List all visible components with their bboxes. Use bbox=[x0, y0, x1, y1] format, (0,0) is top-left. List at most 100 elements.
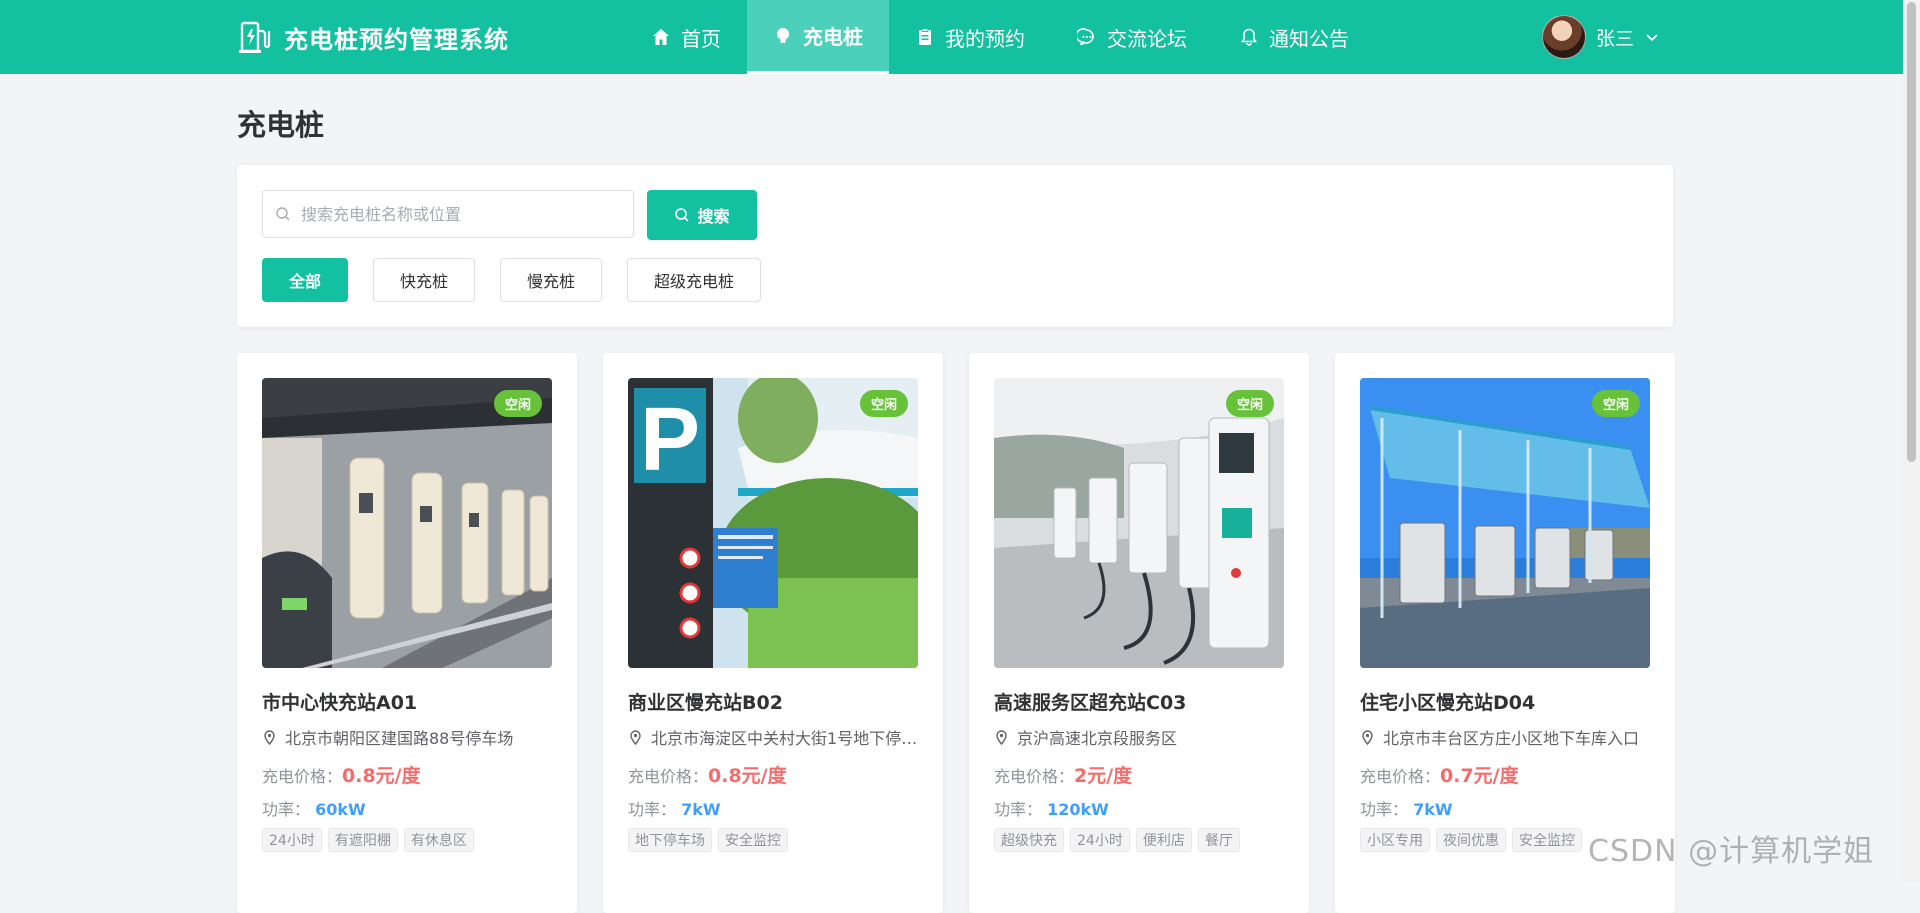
station-address: 北京市丰台区方庄小区地下车库入口 bbox=[1383, 729, 1640, 748]
station-tags: 24小时 有遮阳棚 有休息区 bbox=[262, 828, 474, 852]
power-label: 功率： bbox=[262, 800, 311, 819]
status-badge: 空闲 bbox=[859, 390, 908, 417]
svg-text:P: P bbox=[640, 390, 700, 490]
station-location: 北京市丰台区方庄小区地下车库入口 bbox=[1360, 725, 1650, 749]
search-icon bbox=[675, 208, 690, 222]
status-badge: 空闲 bbox=[493, 390, 542, 417]
station-address: 北京市朝阳区建国路88号停车场 bbox=[285, 729, 514, 748]
page-title: 充电桩 bbox=[237, 108, 325, 142]
nav-item-charging-piles[interactable]: 充电桩 bbox=[747, 0, 889, 74]
station-location: 京沪高速北京段服务区 bbox=[994, 725, 1284, 749]
station-name[interactable]: 高速服务区超充站C03 bbox=[994, 688, 1186, 715]
nav-item-my-reservations[interactable]: 我的预约 bbox=[889, 0, 1051, 74]
price-label: 充电价格： bbox=[262, 767, 343, 786]
station-tags: 地下停车场 安全监控 bbox=[628, 828, 788, 852]
station-photo-image bbox=[262, 378, 552, 668]
price-value: 0.8元/度 bbox=[708, 765, 787, 787]
tag: 有休息区 bbox=[403, 828, 474, 852]
power-value: 60kW bbox=[315, 800, 366, 819]
home-icon bbox=[653, 29, 669, 45]
nav-item-label: 充电桩 bbox=[803, 25, 863, 49]
station-price: 充电价格： 0.8元/度 bbox=[628, 761, 787, 788]
station-location: 北京市朝阳区建国路88号停车场 bbox=[262, 725, 552, 749]
power-label: 功率： bbox=[994, 800, 1043, 819]
station-photo[interactable]: P 空闲 bbox=[628, 378, 918, 668]
power-value: 120kW bbox=[1047, 800, 1109, 819]
station-name[interactable]: 住宅小区慢充站D04 bbox=[1360, 688, 1535, 715]
station-name[interactable]: 商业区慢充站B02 bbox=[628, 688, 783, 715]
station-name[interactable]: 市中心快充站A01 bbox=[262, 688, 417, 715]
search-button[interactable]: 搜索 bbox=[647, 190, 757, 240]
station-photo[interactable]: 空闲 bbox=[262, 378, 552, 668]
nav-item-label: 首页 bbox=[681, 26, 721, 51]
power-value: 7kW bbox=[681, 800, 721, 819]
station-price: 充电价格： 0.8元/度 bbox=[262, 761, 421, 788]
nav-item-announcements[interactable]: 通知公告 bbox=[1213, 0, 1375, 74]
page-scrollbar[interactable] bbox=[1903, 0, 1920, 881]
chat-icon bbox=[1077, 28, 1094, 46]
station-tags: 超级快充 24小时 便利店 餐厅 bbox=[994, 828, 1240, 852]
tag: 安全监控 bbox=[718, 828, 788, 852]
location-pin-icon bbox=[264, 729, 275, 745]
station-photo-image bbox=[994, 378, 1284, 668]
station-tags: 小区专用 夜间优惠 安全监控 bbox=[1360, 828, 1582, 852]
nav-item-label: 交流论坛 bbox=[1107, 26, 1187, 51]
station-power: 功率： 60kW bbox=[262, 796, 366, 820]
station-address: 京沪高速北京段服务区 bbox=[1017, 729, 1178, 748]
station-card[interactable]: 空闲 高速服务区超充站C03 京沪高速北京段服务区 充电价格： 2元/度 功率：… bbox=[969, 353, 1309, 913]
nav-item-home[interactable]: 首页 bbox=[625, 0, 747, 74]
price-value: 2元/度 bbox=[1074, 765, 1133, 787]
tag: 有遮阳棚 bbox=[327, 828, 398, 852]
search-field[interactable] bbox=[262, 190, 634, 238]
user-name: 张三 bbox=[1596, 27, 1635, 50]
nav-item-label: 通知公告 bbox=[1269, 26, 1349, 51]
app-title: 充电桩预约管理系统 bbox=[284, 25, 509, 54]
station-list: 空闲 市中心快充站A01 北京市朝阳区建国路88号停车场 充电价格： 0.8元/… bbox=[237, 353, 1675, 913]
tag: 安全监控 bbox=[1512, 828, 1582, 852]
tag: 超级快充 bbox=[994, 828, 1064, 852]
location-pin-icon bbox=[996, 729, 1007, 745]
clipboard-icon bbox=[919, 28, 931, 45]
tag: 24小时 bbox=[1070, 828, 1130, 852]
search-button-label: 搜索 bbox=[697, 207, 730, 226]
top-navbar: 充电桩预约管理系统 首页 充电桩 我的预约 交流论坛 通知公告 张三 bbox=[0, 0, 1920, 74]
price-value: 0.7元/度 bbox=[1440, 765, 1519, 787]
station-power: 功率： 7kW bbox=[1360, 796, 1453, 820]
station-price: 充电价格： 0.7元/度 bbox=[1360, 761, 1519, 788]
price-value: 0.8元/度 bbox=[342, 765, 421, 787]
bulb-icon bbox=[777, 27, 789, 43]
nav-item-label: 我的预约 bbox=[945, 26, 1025, 51]
filter-super-button[interactable]: 超级充电桩 bbox=[627, 258, 762, 302]
scrollbar-thumb[interactable] bbox=[1907, 2, 1916, 462]
station-photo[interactable]: 空闲 bbox=[1360, 378, 1650, 668]
location-pin-icon bbox=[630, 729, 641, 745]
station-photo-image bbox=[1360, 378, 1650, 668]
station-card[interactable]: 空闲 市中心快充站A01 北京市朝阳区建国路88号停车场 充电价格： 0.8元/… bbox=[237, 353, 577, 913]
station-card[interactable]: P 空闲 商业区慢充站B02 北京市海淀区中关村大街1号地下停车场 充电价格： … bbox=[603, 353, 943, 913]
power-label: 功率： bbox=[628, 800, 677, 819]
station-power: 功率： 120kW bbox=[994, 796, 1109, 820]
price-label: 充电价格： bbox=[994, 767, 1075, 786]
avatar[interactable] bbox=[1542, 15, 1586, 59]
tag: 地下停车场 bbox=[628, 828, 712, 852]
search-input[interactable] bbox=[299, 203, 633, 225]
user-menu[interactable]: 张三 bbox=[1542, 0, 1660, 74]
bell-icon bbox=[1241, 28, 1257, 46]
watermark: CSDN @计算机学姐 bbox=[1588, 834, 1875, 869]
tag: 24小时 bbox=[262, 828, 322, 852]
nav-item-forum[interactable]: 交流论坛 bbox=[1051, 0, 1213, 74]
filter-all-button[interactable]: 全部 bbox=[262, 258, 349, 302]
power-value: 7kW bbox=[1413, 800, 1453, 819]
filter-slow-button[interactable]: 慢充桩 bbox=[500, 258, 603, 302]
status-badge: 空闲 bbox=[1225, 390, 1274, 417]
search-filter-panel: 搜索 全部 快充桩 慢充桩 超级充电桩 bbox=[237, 165, 1673, 327]
station-location: 北京市海淀区中关村大街1号地下停车场 bbox=[628, 725, 918, 749]
tag: 便利店 bbox=[1135, 828, 1192, 852]
filter-fast-button[interactable]: 快充桩 bbox=[373, 258, 476, 302]
price-label: 充电价格： bbox=[1360, 767, 1441, 786]
tag: 小区专用 bbox=[1360, 828, 1430, 852]
tag: 夜间优惠 bbox=[1436, 828, 1506, 852]
brand[interactable]: 充电桩预约管理系统 bbox=[236, 0, 509, 74]
station-photo[interactable]: 空闲 bbox=[994, 378, 1284, 668]
station-address: 北京市海淀区中关村大街1号地下停车场 bbox=[651, 729, 918, 748]
